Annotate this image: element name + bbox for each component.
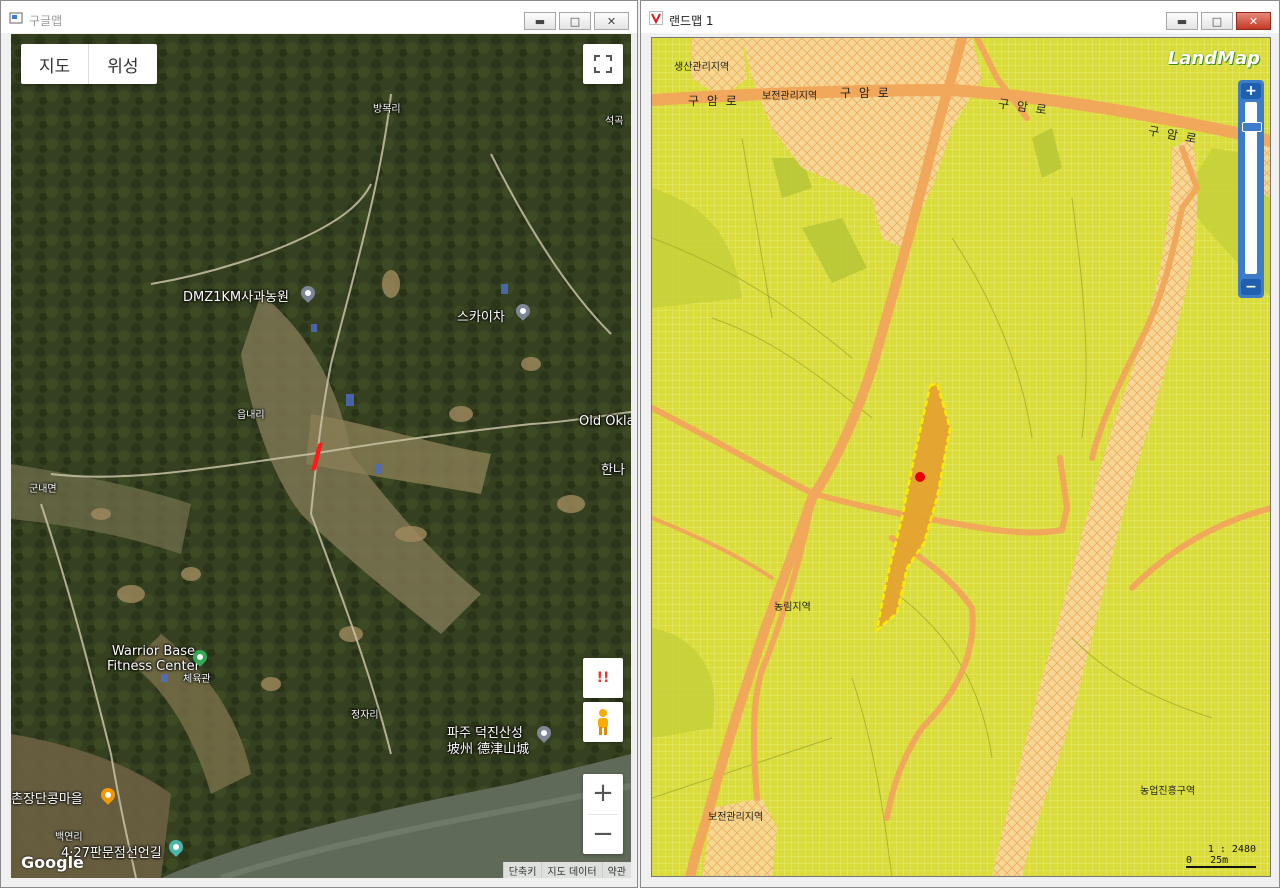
parcel-center-marker bbox=[915, 472, 925, 482]
terms-link[interactable]: 약관 bbox=[601, 862, 631, 878]
google-map-window: 구글맵 ▬ □ ✕ 지도 위성 방목리 석곡 DMZ1KM사과농원 스카이차 읍… bbox=[0, 0, 638, 888]
google-logo: Google bbox=[21, 853, 84, 872]
alert-button[interactable]: !! bbox=[583, 658, 623, 698]
scale-bar-label: 0 25m bbox=[1186, 855, 1256, 868]
zone-label: 생산관리지역 bbox=[674, 62, 730, 73]
map-scale: 1 : 2480 0 25m bbox=[1186, 844, 1256, 868]
zone-label: 보전관리지역 bbox=[708, 812, 764, 823]
maximize-button[interactable]: □ bbox=[559, 12, 591, 30]
poi-label[interactable]: 坡州 德津山城 bbox=[447, 738, 529, 757]
road-label: 구 암 로 bbox=[688, 94, 739, 108]
map-type-control: 지도 위성 bbox=[21, 44, 157, 84]
map-data-link[interactable]: 지도 데이터 bbox=[541, 862, 601, 878]
title-bar[interactable]: 구글맵 ▬ □ ✕ bbox=[1, 1, 637, 33]
fullscreen-icon bbox=[594, 55, 612, 73]
zoom-out-button[interactable]: − bbox=[588, 813, 618, 855]
window-title: 랜드맵 1 bbox=[669, 14, 714, 28]
map-attribution: 단축키 지도 데이터 약관 bbox=[502, 862, 631, 878]
app-icon bbox=[9, 12, 23, 24]
satellite-map[interactable]: 지도 위성 방목리 석곡 DMZ1KM사과농원 스카이차 읍내리 Old Okl… bbox=[11, 34, 631, 878]
poi-label[interactable]: 촌장단콩마을 bbox=[11, 788, 83, 807]
map-type-satellite-button[interactable]: 위성 bbox=[89, 44, 156, 84]
place-label: 방목리 bbox=[373, 104, 401, 115]
zone-label: 보전관리지역 bbox=[762, 91, 818, 102]
minimize-button[interactable]: ▬ bbox=[1166, 12, 1198, 30]
place-label: 석곡 bbox=[605, 116, 624, 127]
zone-label: 농림지역 bbox=[774, 602, 811, 613]
satellite-imagery bbox=[11, 34, 631, 878]
landmap-window: 랜드맵 1 ▬ □ ✕ LandMap 생산관리지역 보전관리지역 농림지역 보… bbox=[640, 0, 1280, 888]
scale-ratio: 1 : 2480 bbox=[1207, 844, 1256, 855]
place-label: 체육관 bbox=[183, 674, 211, 685]
alert-icon: !! bbox=[596, 670, 610, 686]
poi-label[interactable]: 한나 bbox=[601, 459, 625, 478]
zoom-in-button[interactable]: + bbox=[1241, 83, 1261, 99]
keyboard-shortcuts-link[interactable]: 단축키 bbox=[502, 862, 542, 878]
close-button[interactable]: ✕ bbox=[594, 12, 629, 30]
title-bar[interactable]: 랜드맵 1 ▬ □ ✕ bbox=[641, 1, 1279, 33]
place-label: 읍내리 bbox=[237, 410, 265, 421]
poi-label[interactable]: Old Okla bbox=[579, 414, 631, 429]
street-view-pegman-button[interactable] bbox=[583, 702, 623, 742]
landmap-logo: LandMap bbox=[1167, 48, 1260, 69]
fullscreen-button[interactable] bbox=[583, 44, 623, 84]
window-title: 구글맵 bbox=[29, 14, 63, 28]
zoom-handle[interactable] bbox=[1242, 122, 1262, 132]
place-label: 백연리 bbox=[55, 832, 83, 843]
close-button[interactable]: ✕ bbox=[1236, 12, 1271, 30]
zone-label: 농업진흥구역 bbox=[1140, 786, 1196, 797]
poi-label[interactable]: DMZ1KM사과농원 bbox=[183, 286, 289, 305]
pegman-icon bbox=[598, 709, 608, 735]
land-use-map[interactable]: LandMap 생산관리지역 보전관리지역 농림지역 보전관리지역 농업진흥구역… bbox=[651, 37, 1271, 877]
zoom-in-button[interactable]: + bbox=[592, 774, 614, 814]
landmap-app-icon bbox=[649, 11, 663, 25]
place-label: 정자리 bbox=[351, 710, 379, 721]
poi-label[interactable]: 스카이차 bbox=[457, 306, 505, 325]
zoom-slider[interactable]: + − bbox=[1238, 80, 1264, 298]
zoom-out-button[interactable]: − bbox=[1241, 279, 1261, 295]
minimize-button[interactable]: ▬ bbox=[524, 12, 556, 30]
zoning-map-graphics bbox=[652, 38, 1270, 876]
map-type-map-button[interactable]: 지도 bbox=[21, 44, 90, 84]
maximize-button[interactable]: □ bbox=[1201, 12, 1233, 30]
zoom-control: + − bbox=[583, 774, 623, 854]
place-label: 군내면 bbox=[29, 484, 57, 495]
road-label: 구 암 로 bbox=[840, 86, 891, 100]
